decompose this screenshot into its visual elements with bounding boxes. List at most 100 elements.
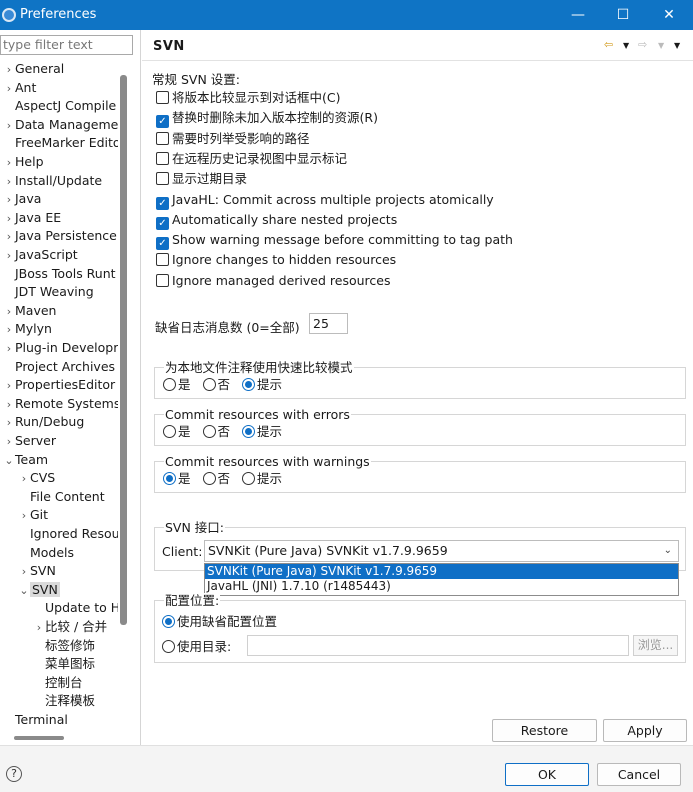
tree-item[interactable]: › General [3,59,64,78]
radio-unselected[interactable] [202,425,216,438]
tree-item[interactable]: Update to H [33,598,118,617]
radio-option[interactable]: 是 [163,376,191,394]
radio-option[interactable]: 否 [202,423,230,441]
collapsed-chevron-icon[interactable]: › [3,209,15,228]
checkbox-option[interactable]: ✓ 替换时删除未加入版本控制的资源(R) [156,109,378,129]
radio-option[interactable]: 提示 [242,470,282,488]
expanded-chevron-icon[interactable]: ⌄ [18,581,30,600]
collapsed-chevron-icon[interactable]: › [33,618,45,637]
client-option[interactable]: JavaHL (JNI) 1.7.10 (r1485443) [205,579,678,594]
close-button[interactable]: ✕ [646,0,692,30]
checkbox-option[interactable]: ✓ JavaHL: Commit across multiple projects… [156,191,494,210]
collapsed-chevron-icon[interactable]: › [3,153,15,172]
tree-item[interactable]: 控制台 [33,673,83,692]
collapsed-chevron-icon[interactable]: › [3,79,15,98]
checkbox-checked[interactable]: ✓ [156,216,169,230]
checkbox-unchecked[interactable] [156,172,169,186]
filter-input[interactable]: type filter text [0,35,133,55]
collapsed-chevron-icon[interactable]: › [3,227,15,246]
tree-item[interactable]: › Maven [3,301,57,321]
collapsed-chevron-icon[interactable]: › [18,469,30,488]
help-icon[interactable]: ? [6,766,22,782]
checkbox-unchecked[interactable] [156,131,169,145]
tree-item[interactable]: AspectJ Compile [3,96,116,115]
tree-item[interactable]: ⌄Team [3,450,48,469]
tree-item[interactable]: › CVS [18,468,55,487]
checkbox-checked[interactable]: ✓ [156,237,169,251]
checkbox-checked[interactable]: ✓ [156,196,169,210]
client-option[interactable]: SVNKit (Pure Java) SVNKit v1.7.9.9659 [205,564,678,579]
radio-use-directory[interactable] [162,640,175,653]
expanded-chevron-icon[interactable]: ⌄ [3,451,15,470]
forward-arrow-icon[interactable]: ⇨ [638,38,647,51]
collapsed-chevron-icon[interactable]: › [3,413,15,432]
checkbox-option[interactable]: 需要时列举受影响的路径 [156,130,310,148]
collapsed-chevron-icon[interactable]: › [18,562,30,581]
checkbox-option[interactable]: Ignore managed derived resources [156,272,390,290]
log-count-input[interactable]: 25 [309,313,348,334]
ok-button[interactable]: OK [505,763,589,786]
collapsed-chevron-icon[interactable]: › [18,506,30,525]
tree-item[interactable]: › Java Persistence [3,226,117,245]
tree-horizontal-scrollbar[interactable] [14,736,64,740]
radio-default-config[interactable] [162,615,175,628]
use-default-config-option[interactable]: 使用缺省配置位置 [162,613,277,631]
tree-item[interactable]: › JavaScript [3,245,78,264]
collapsed-chevron-icon[interactable]: › [3,172,15,191]
checkbox-option[interactable]: 在远程历史记录视图中显示标记 [156,150,347,168]
collapsed-chevron-icon[interactable]: › [3,246,15,265]
checkbox-option[interactable]: Ignore changes to hidden resources [156,251,396,269]
tree-item[interactable]: › Remote Systems [3,394,118,413]
minimize-button[interactable]: — [555,0,601,30]
tree-item[interactable]: 标签修饰 [33,636,95,655]
radio-option[interactable]: 是 [163,423,191,441]
checkbox-option[interactable]: ✓ Automatically share nested projects [156,211,397,230]
tree-item[interactable]: › Mylyn [3,319,52,338]
collapsed-chevron-icon[interactable]: › [3,395,15,414]
tree-item[interactable]: ⌄ SVN [18,580,60,599]
radio-selected[interactable] [163,472,176,485]
radio-option[interactable]: 否 [202,470,230,488]
checkbox-unchecked[interactable] [156,253,169,267]
radio-option[interactable]: 是 [163,470,191,488]
radio-unselected[interactable] [163,425,176,438]
use-directory-option[interactable]: 使用目录: [162,638,231,656]
tree-item[interactable]: › SVN [18,561,56,580]
apply-button[interactable]: Apply [603,719,687,742]
tree-item[interactable]: JDT Weaving [3,282,94,301]
radio-unselected[interactable] [202,472,216,485]
collapsed-chevron-icon[interactable]: › [3,339,15,358]
checkbox-unchecked[interactable] [156,273,169,287]
tree-item[interactable]: › Install/Update [3,171,102,190]
radio-unselected[interactable] [242,472,256,485]
tree-item[interactable]: › Help [3,152,44,171]
tree-item[interactable]: Ignored Resou [18,524,118,543]
checkbox-option[interactable]: 将版本比较显示到对话框中(C) [156,89,340,107]
back-menu-chevron-icon[interactable]: ▼ [623,41,629,50]
client-select[interactable]: SVNKit (Pure Java) SVNKit v1.7.9.9659 ⌄ [204,540,679,562]
collapsed-chevron-icon[interactable]: › [3,190,15,209]
checkbox-option[interactable]: 显示过期目录 [156,170,247,188]
maximize-button[interactable]: ☐ [600,0,646,30]
tree-item[interactable]: Project Archives [3,357,115,376]
tree-item[interactable]: › Plug-in Developr [3,338,118,357]
tree-item[interactable]: › Server [3,431,56,450]
view-menu-icon[interactable]: ▼ [674,41,680,50]
checkbox-option[interactable]: ✓ Show warning message before committing … [156,231,513,251]
collapsed-chevron-icon[interactable]: › [3,302,15,321]
tree-item[interactable]: JBoss Tools Runt [3,264,116,283]
tree-item[interactable]: 注释模板 [33,691,95,710]
radio-selected[interactable] [242,378,256,391]
tree-item[interactable]: Terminal [3,710,68,729]
tree-vertical-scrollbar[interactable] [120,75,127,625]
tree-item[interactable]: FreeMarker Edito [3,133,118,152]
checkbox-checked[interactable]: ✓ [156,115,169,129]
collapsed-chevron-icon[interactable]: › [3,432,15,451]
collapsed-chevron-icon[interactable]: › [3,320,15,339]
tree-item[interactable]: › 比较 / 合并 [33,617,107,636]
tree-item[interactable]: Models [18,543,74,562]
restore-defaults-button[interactable]: Restore Defaults [492,719,597,759]
radio-option[interactable]: 提示 [242,423,282,441]
tree-item[interactable]: › PropertiesEditor [3,375,115,394]
back-arrow-icon[interactable]: ⇦ [604,38,613,51]
